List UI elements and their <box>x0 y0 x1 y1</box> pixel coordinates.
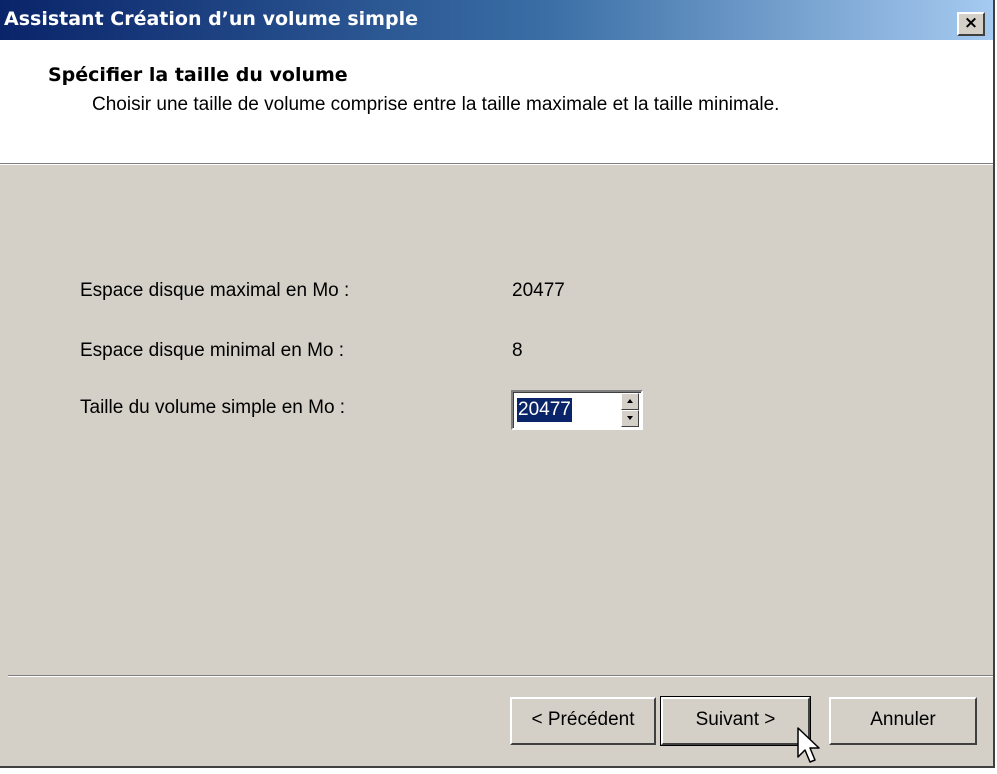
spin-down-button[interactable] <box>621 410 639 427</box>
arrow-down-icon <box>627 416 633 420</box>
title-bar[interactable]: Assistant Création d’un volume simple × <box>0 0 993 40</box>
volume-size-label: Taille du volume simple en Mo : <box>80 397 346 418</box>
cancel-button[interactable]: Annuler <box>829 697 977 745</box>
arrow-up-icon <box>627 399 633 403</box>
next-button[interactable]: Suivant > <box>660 696 811 746</box>
volume-size-input[interactable]: 20477 <box>517 398 572 422</box>
page-subtitle: Choisir une taille de volume comprise en… <box>92 94 780 115</box>
spin-up-button[interactable] <box>621 393 639 410</box>
header-divider <box>0 163 993 165</box>
wizard-window: Assistant Création d’un volume simple × … <box>0 0 995 768</box>
max-size-label: Espace disque maximal en Mo : <box>80 280 350 301</box>
mouse-pointer-icon <box>797 727 820 763</box>
header-panel: Spécifier la taille du volume Choisir un… <box>0 40 993 163</box>
page-title: Spécifier la taille du volume <box>48 64 348 86</box>
max-size-value: 20477 <box>512 280 565 301</box>
back-button[interactable]: < Précédent <box>510 697 656 745</box>
min-size-value: 8 <box>512 340 523 361</box>
footer-divider <box>8 675 993 677</box>
close-button[interactable]: × <box>957 12 985 36</box>
close-icon: × <box>963 13 979 33</box>
window-title: Assistant Création d’un volume simple <box>4 8 418 30</box>
min-size-label: Espace disque minimal en Mo : <box>80 340 345 361</box>
volume-size-stepper[interactable]: 20477 <box>511 390 643 430</box>
